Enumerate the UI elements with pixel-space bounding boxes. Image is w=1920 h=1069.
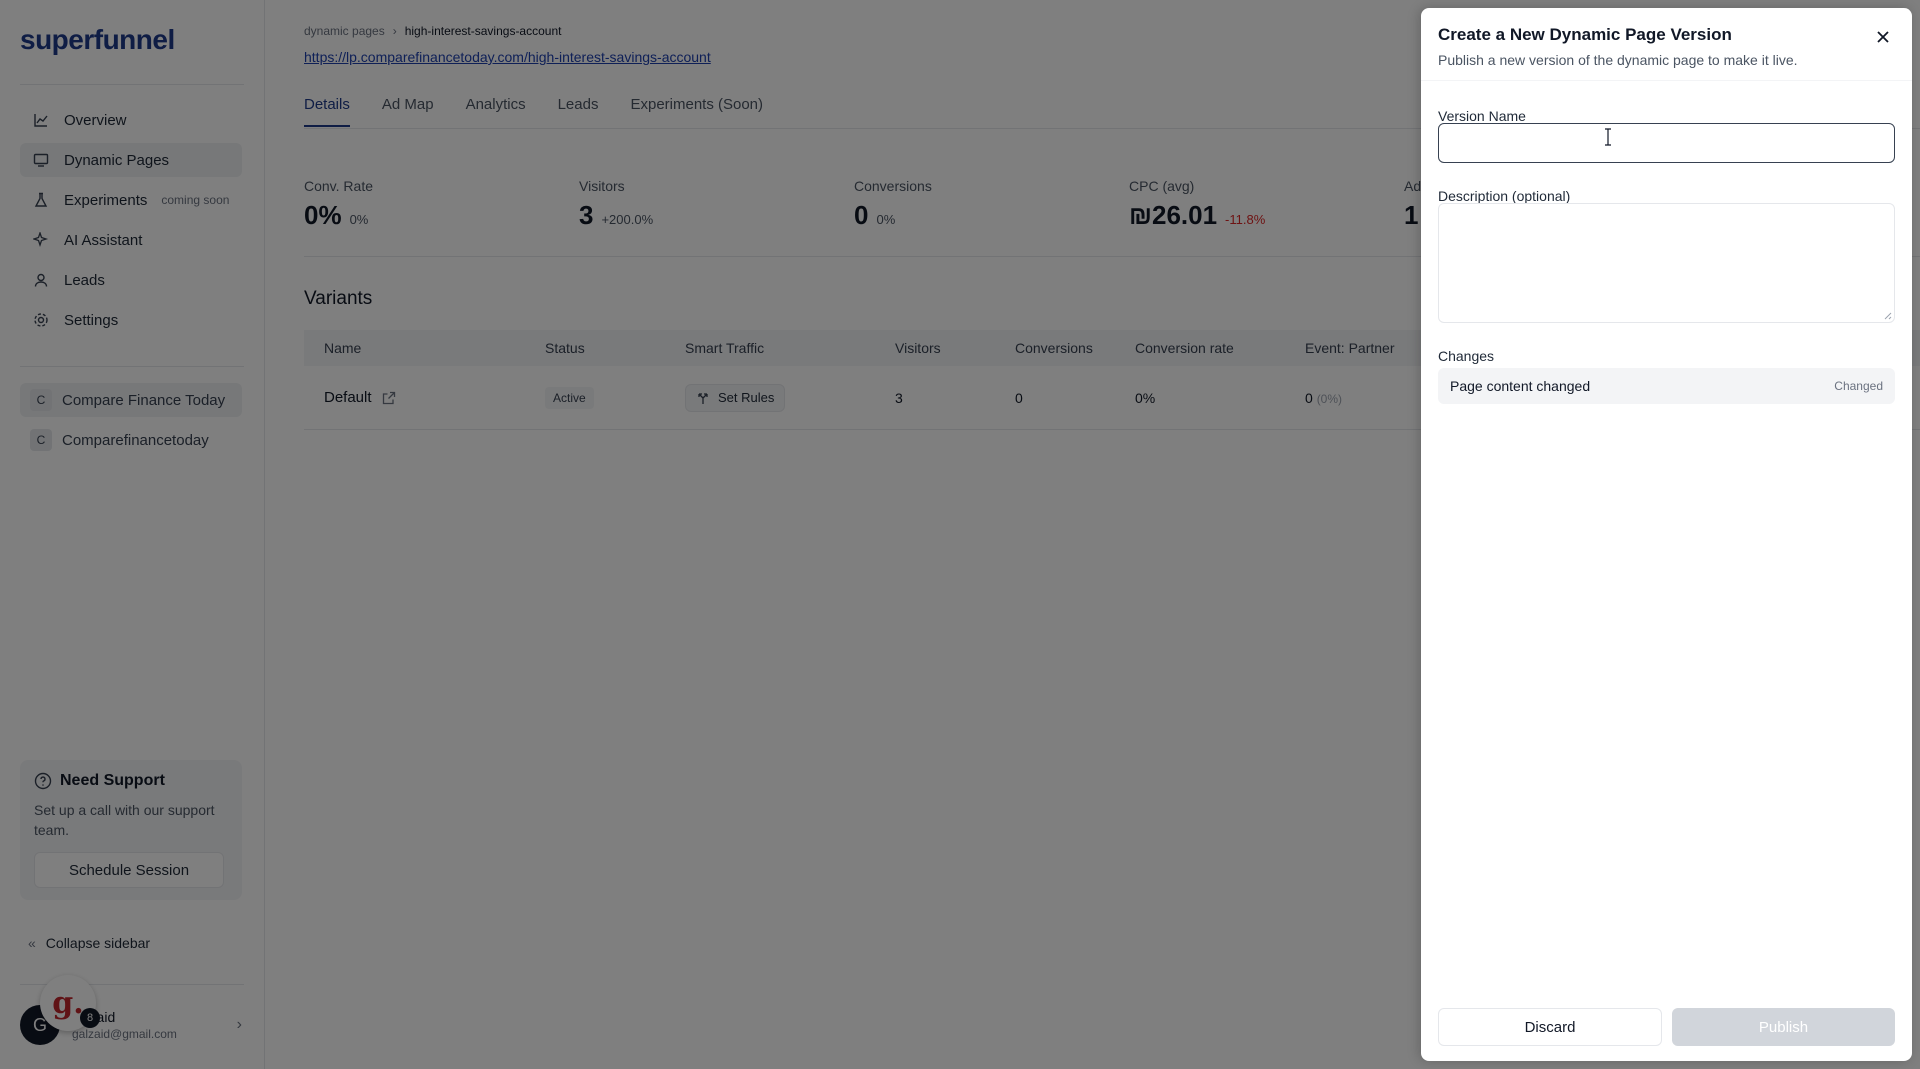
version-name-label: Version Name <box>1438 108 1526 124</box>
change-tag: Changed <box>1834 379 1883 393</box>
resize-handle-icon[interactable] <box>1882 310 1892 320</box>
change-text: Page content changed <box>1450 378 1591 394</box>
drawer-divider <box>1421 80 1912 81</box>
change-item: Page content changed Changed <box>1438 368 1895 404</box>
description-textarea[interactable] <box>1438 203 1895 323</box>
publish-button[interactable]: Publish <box>1672 1008 1895 1046</box>
create-version-drawer: Create a New Dynamic Page Version Publis… <box>1421 8 1912 1061</box>
drawer-subtitle: Publish a new version of the dynamic pag… <box>1438 52 1798 68</box>
text-cursor-icon <box>1604 128 1611 146</box>
changes-label: Changes <box>1438 348 1495 364</box>
description-label: Description (optional) <box>1438 188 1571 204</box>
drawer-footer: Discard Publish <box>1438 1008 1895 1046</box>
version-name-input[interactable] <box>1438 123 1895 163</box>
close-icon[interactable] <box>1872 26 1894 48</box>
discard-button[interactable]: Discard <box>1438 1008 1662 1046</box>
drawer-title: Create a New Dynamic Page Version <box>1438 25 1732 44</box>
